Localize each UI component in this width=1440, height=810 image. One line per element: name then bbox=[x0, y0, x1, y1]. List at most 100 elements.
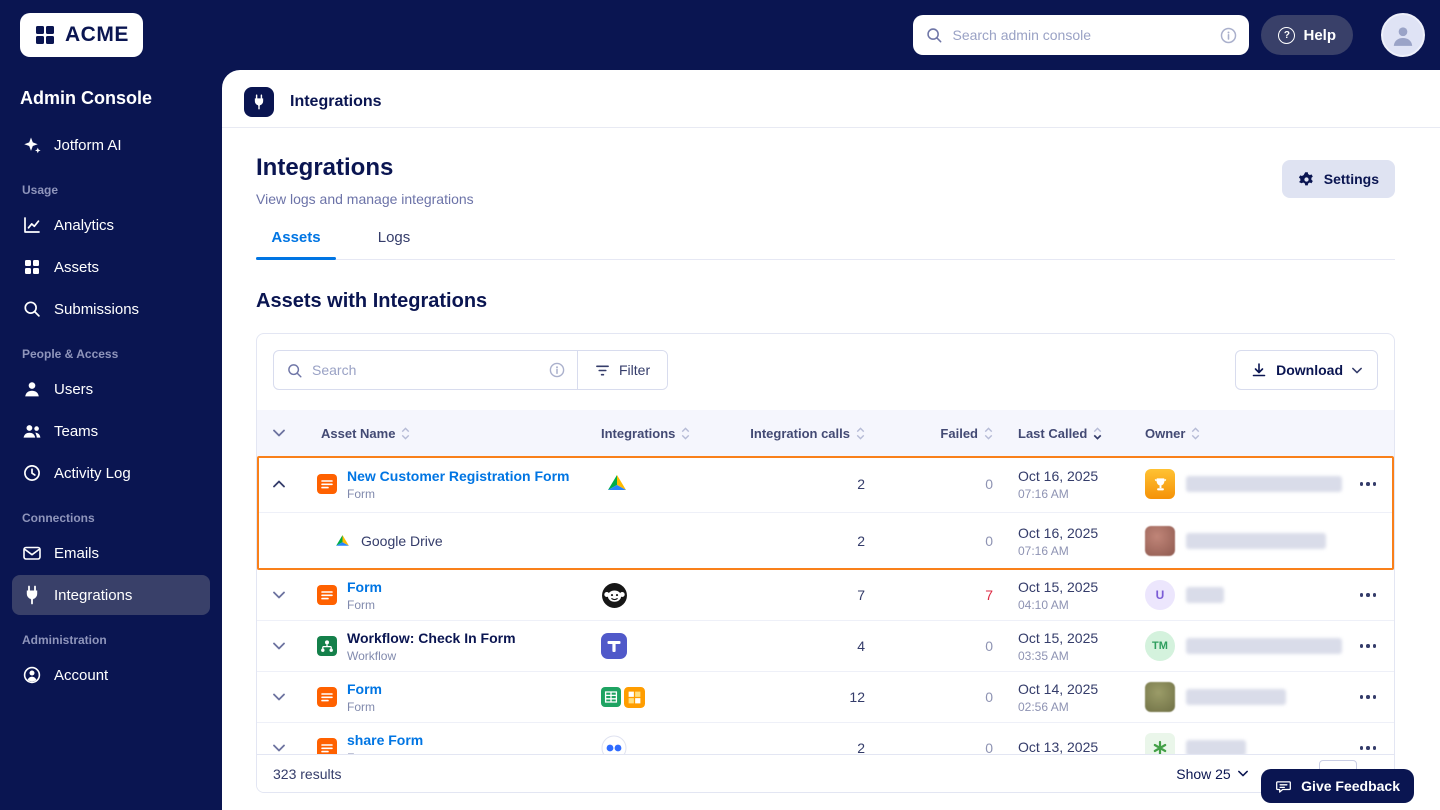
sidebar-item-account[interactable]: Account bbox=[12, 655, 210, 695]
integration-calls-value: 7 bbox=[857, 587, 873, 603]
row-menu-button[interactable] bbox=[1342, 644, 1394, 648]
sidebar-item-emails[interactable]: Emails bbox=[12, 533, 210, 573]
expanded-row-group: New Customer Registration Form Form 2 0 … bbox=[257, 456, 1394, 570]
workflow-icon bbox=[317, 636, 337, 656]
envelope-icon bbox=[22, 543, 42, 563]
sidebar-item-label: Account bbox=[54, 667, 108, 684]
expand-row-chevron[interactable] bbox=[257, 642, 301, 650]
download-icon bbox=[1251, 362, 1267, 378]
help-button[interactable]: ? Help bbox=[1261, 15, 1353, 55]
row-menu-button[interactable] bbox=[1342, 593, 1394, 597]
asset-name-link[interactable]: New Customer Registration Form bbox=[347, 468, 569, 484]
col-header-failed[interactable]: Failed bbox=[873, 426, 1001, 441]
sort-icon bbox=[1191, 427, 1200, 440]
info-icon[interactable] bbox=[1220, 27, 1237, 44]
info-icon[interactable] bbox=[549, 362, 565, 378]
failed-value: 0 bbox=[985, 533, 1001, 549]
download-button[interactable]: Download bbox=[1235, 350, 1378, 390]
sidebar-section-connections: Connections bbox=[12, 495, 210, 533]
row-menu-button[interactable] bbox=[1342, 482, 1394, 486]
table-row[interactable]: Form Form 12 0 Oct 14, 2025 02:56 A bbox=[257, 672, 1394, 723]
failed-value: 0 bbox=[985, 476, 1001, 492]
sort-icon bbox=[856, 427, 865, 440]
filter-button[interactable]: Filter bbox=[577, 351, 667, 389]
row-menu-button[interactable] bbox=[1342, 746, 1394, 750]
row-menu-button[interactable] bbox=[1342, 695, 1394, 699]
sidebar: Admin Console Jotform AI Usage Analytics… bbox=[0, 70, 222, 810]
expand-row-chevron[interactable] bbox=[257, 693, 301, 701]
sort-icon bbox=[401, 427, 410, 440]
integration-calls-value: 12 bbox=[849, 689, 873, 705]
admin-search[interactable] bbox=[913, 15, 1249, 55]
grid-icon bbox=[22, 257, 42, 277]
owner-avatar-photo[interactable] bbox=[1145, 682, 1175, 712]
user-icon bbox=[22, 379, 42, 399]
asset-name-link[interactable]: Form bbox=[347, 579, 382, 595]
integration-child-row[interactable]: Google Drive 2 0 Oct 16, 2025 07:16 AM bbox=[257, 513, 1394, 570]
collapse-all-chevron[interactable] bbox=[257, 429, 301, 437]
sidebar-item-label: Analytics bbox=[54, 217, 114, 234]
settings-button[interactable]: Settings bbox=[1282, 160, 1395, 198]
sort-icon bbox=[681, 427, 690, 440]
table-row[interactable]: Form Form 7 7 Oct 15, 2025 04:10 AM U bbox=[257, 570, 1394, 621]
owner-avatar-photo[interactable] bbox=[1145, 526, 1175, 556]
user-avatar[interactable] bbox=[1381, 13, 1425, 57]
chart-icon bbox=[22, 215, 42, 235]
sidebar-item-analytics[interactable]: Analytics bbox=[12, 205, 210, 245]
sidebar-item-submissions[interactable]: Submissions bbox=[12, 289, 210, 329]
google-sheets-icon bbox=[601, 687, 621, 707]
office-grid-icon bbox=[624, 687, 645, 708]
sidebar-item-label: Integrations bbox=[54, 587, 132, 604]
sidebar-item-activity-log[interactable]: Activity Log bbox=[12, 453, 210, 493]
table-row[interactable]: Workflow: Check In Form Workflow 4 0 Oct… bbox=[257, 621, 1394, 672]
expand-row-chevron[interactable] bbox=[257, 744, 301, 752]
col-header-owner[interactable]: Owner bbox=[1141, 426, 1342, 441]
sidebar-item-users[interactable]: Users bbox=[12, 369, 210, 409]
last-called-time: 07:16 AM bbox=[1018, 487, 1141, 501]
people-icon bbox=[22, 421, 42, 441]
asset-name-link[interactable]: share Form bbox=[347, 732, 423, 748]
sidebar-section-people-access: People & Access bbox=[12, 331, 210, 369]
table-row[interactable]: New Customer Registration Form Form 2 0 … bbox=[257, 456, 1394, 513]
sidebar-item-label: Teams bbox=[54, 423, 98, 440]
owner-avatar-initials[interactable]: TM bbox=[1145, 631, 1175, 661]
col-header-asset-name[interactable]: Asset Name bbox=[301, 426, 601, 441]
last-called-time: 07:16 AM bbox=[1018, 544, 1141, 558]
table-search[interactable] bbox=[274, 351, 577, 389]
page-size-select[interactable]: Show 25 bbox=[1176, 766, 1247, 782]
owner-avatar-trophy[interactable] bbox=[1145, 469, 1175, 499]
chevron-down-icon bbox=[1238, 770, 1248, 777]
download-label: Download bbox=[1276, 362, 1343, 378]
section-title: Assets with Integrations bbox=[256, 290, 1395, 313]
table-search-input[interactable] bbox=[312, 362, 540, 378]
account-icon bbox=[22, 665, 42, 685]
asset-name-link[interactable]: Form bbox=[347, 681, 382, 697]
last-called-date: Oct 16, 2025 bbox=[1018, 468, 1141, 484]
sidebar-item-jotform-ai[interactable]: Jotform AI bbox=[12, 125, 210, 165]
clock-icon bbox=[22, 463, 42, 483]
filter-icon bbox=[595, 363, 610, 378]
acme-logo[interactable]: ACME bbox=[20, 13, 143, 57]
admin-search-input[interactable] bbox=[952, 27, 1211, 43]
main-panel: Integrations Integrations View logs and … bbox=[222, 70, 1440, 810]
sidebar-item-integrations[interactable]: Integrations bbox=[12, 575, 210, 615]
col-header-last-called[interactable]: Last Called bbox=[1001, 426, 1141, 441]
sidebar-item-assets[interactable]: Assets bbox=[12, 247, 210, 287]
tab-logs[interactable]: Logs bbox=[354, 229, 434, 259]
asset-type: Workflow bbox=[347, 649, 516, 663]
tab-assets[interactable]: Assets bbox=[256, 229, 336, 259]
give-feedback-button[interactable]: Give Feedback bbox=[1261, 769, 1414, 803]
collapse-row-chevron[interactable] bbox=[257, 480, 301, 488]
col-header-integrations[interactable]: Integrations bbox=[601, 426, 727, 441]
col-header-integration-calls[interactable]: Integration calls bbox=[727, 426, 873, 441]
failed-value: 0 bbox=[985, 638, 1001, 654]
owner-avatar-initials[interactable]: U bbox=[1145, 580, 1175, 610]
sidebar-item-teams[interactable]: Teams bbox=[12, 411, 210, 451]
acme-logo-icon bbox=[34, 24, 56, 46]
last-called-date: Oct 13, 2025 bbox=[1018, 739, 1141, 755]
asset-name[interactable]: Workflow: Check In Form bbox=[347, 630, 516, 646]
expand-row-chevron[interactable] bbox=[257, 591, 301, 599]
logo-text: ACME bbox=[65, 23, 129, 47]
sidebar-section-administration: Administration bbox=[12, 617, 210, 655]
integration-calls-value: 2 bbox=[857, 533, 873, 549]
